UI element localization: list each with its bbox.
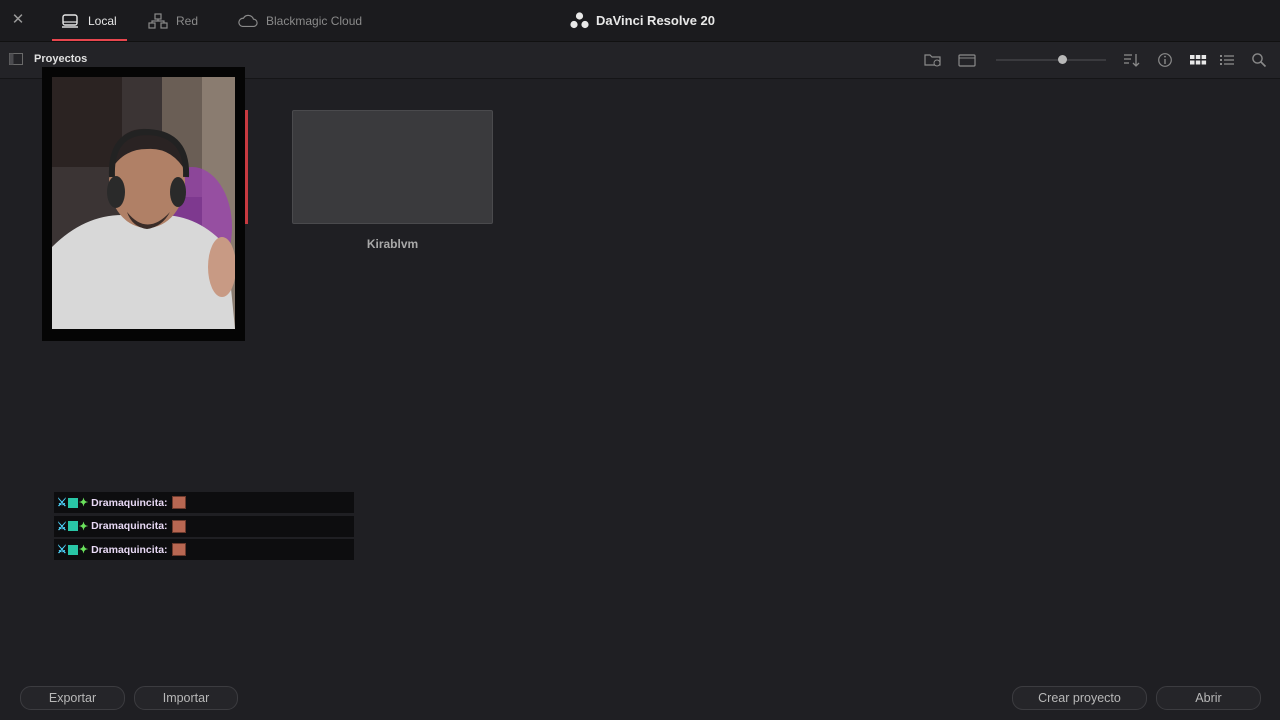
selected-project-edge <box>245 110 248 224</box>
open-button[interactable]: Abrir <box>1156 686 1261 710</box>
emote-icon <box>171 519 186 533</box>
tab-red-label: Red <box>176 13 199 28</box>
webcam-image <box>52 77 235 329</box>
sub-badge-icon <box>67 497 78 508</box>
webcam-overlay <box>42 67 245 341</box>
top-bar: ✕ Local Red Blackmagic Cloud DaVinci Res… <box>0 0 1280 42</box>
list-view-icon[interactable] <box>1218 52 1236 68</box>
sword-badge-icon: ⚔ <box>57 497 67 509</box>
sub-badge-icon <box>67 521 78 532</box>
project-card[interactable]: Kirablvm <box>292 110 493 251</box>
tab-local-label: Local <box>88 13 117 28</box>
sword-badge-icon: ⚔ <box>57 544 67 557</box>
drive-icon <box>60 13 80 29</box>
slider-knob[interactable] <box>1057 55 1067 64</box>
project-thumbnail[interactable] <box>292 110 493 224</box>
star-badge-icon: ✦ <box>78 497 89 509</box>
project-manager-window: ✕ Local Red Blackmagic Cloud DaVinci Res… <box>0 0 1280 720</box>
project-name: Kirablvm <box>366 237 419 251</box>
star-badge-icon: ✦ <box>78 544 89 557</box>
chat-message: ⚔ ✦ Dramaquincita: <box>54 492 354 513</box>
chat-badges: ⚔ ✦ <box>57 543 89 556</box>
show-folder-icon[interactable] <box>958 52 976 68</box>
app-title: DaVinci Resolve 20 <box>570 0 715 41</box>
sub-badge-icon <box>67 544 78 555</box>
chat-overlay: ⚔ ✦ Dramaquincita: ⚔ ✦ Dramaquincita: ⚔ … <box>54 492 354 563</box>
tab-cloud-label: Blackmagic Cloud <box>266 13 363 28</box>
thumbnail-size-slider[interactable] <box>996 55 1106 64</box>
tab-red[interactable]: Red <box>148 0 198 41</box>
info-icon[interactable] <box>1156 52 1174 68</box>
cloud-icon <box>238 13 258 29</box>
sidebar-toggle-icon[interactable] <box>9 53 23 65</box>
star-badge-icon: ✦ <box>78 520 89 533</box>
chat-badges: ⚔ ✦ <box>57 520 89 533</box>
sort-icon[interactable] <box>1123 52 1141 68</box>
new-folder-icon[interactable] <box>924 52 942 68</box>
create-project-button[interactable]: Crear proyecto <box>1012 686 1147 710</box>
chat-username: Dramaquincita: <box>91 496 168 509</box>
sword-badge-icon: ⚔ <box>57 520 67 533</box>
app-title-text: DaVinci Resolve 20 <box>596 13 715 28</box>
chat-message: ⚔ ✦ Dramaquincita: <box>54 515 354 537</box>
search-icon[interactable] <box>1250 52 1268 68</box>
tab-local[interactable]: Local <box>52 0 127 41</box>
network-icon <box>148 12 168 29</box>
close-icon[interactable]: ✕ <box>10 11 26 29</box>
davinci-logo-icon <box>570 12 589 29</box>
import-button[interactable]: Importar <box>134 686 238 710</box>
tab-blackmagic-cloud[interactable]: Blackmagic Cloud <box>238 0 362 41</box>
chat-username: Dramaquincita: <box>91 543 168 556</box>
grid-view-icon[interactable] <box>1189 52 1207 68</box>
chat-message: ⚔ ✦ Dramaquincita: <box>54 539 354 561</box>
section-title: Proyectos <box>34 53 88 65</box>
emote-icon <box>171 543 186 557</box>
chat-username: Dramaquincita: <box>91 520 168 533</box>
emote-icon <box>171 496 186 509</box>
chat-badges: ⚔ ✦ <box>57 496 89 509</box>
export-button[interactable]: Exportar <box>20 686 125 710</box>
